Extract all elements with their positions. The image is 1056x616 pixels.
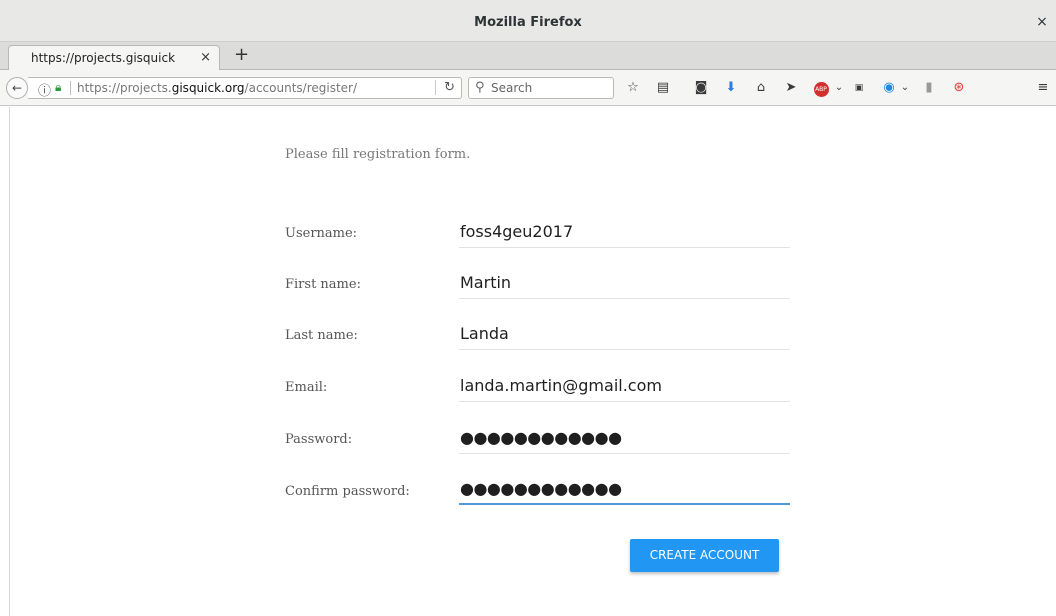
chevron-down-icon[interactable]: ⌄ [896, 79, 914, 97]
password-field[interactable]: ●●●●●●●●●●●● [459, 424, 790, 454]
last-name-field[interactable]: Landa [459, 320, 790, 350]
chevron-down-icon[interactable]: ⌄ [830, 79, 848, 97]
tab-close-icon[interactable]: × [200, 50, 211, 65]
tab-strip: https://projects.gisquick × + [0, 42, 1056, 71]
search-bar[interactable]: ⚲ [468, 77, 614, 99]
username-label: Username: [285, 226, 358, 241]
form-intro: Please fill registration form. [285, 147, 471, 162]
downloads-icon[interactable]: ⬇ [722, 79, 740, 97]
page-content [10, 107, 1056, 616]
url-separator [70, 81, 71, 95]
window-close-button[interactable]: × [1034, 14, 1050, 30]
email-label: Email: [285, 380, 328, 395]
url-bar[interactable]: ⓘ 🔒︎ https://projects.gisquick.org/accou… [28, 77, 462, 99]
page-info-icon[interactable]: ⓘ [38, 80, 51, 99]
reload-icon[interactable]: ↻ [435, 80, 455, 95]
reading-list-icon[interactable]: ▤ [654, 79, 672, 97]
first-name-field[interactable]: Martin [459, 269, 790, 299]
bookmark-star-icon[interactable]: ☆ [624, 79, 642, 97]
new-tab-button[interactable]: + [234, 45, 249, 65]
menu-icon[interactable]: ≡ [1034, 79, 1052, 97]
youtube-icon[interactable]: ▣ [850, 79, 868, 97]
search-input[interactable] [491, 80, 609, 96]
username-field[interactable]: foss4geu2017 [459, 218, 790, 248]
send-icon[interactable]: ➤ [782, 79, 800, 97]
lock-icon: 🔒︎ [55, 80, 62, 94]
info-icon[interactable]: ▮ [920, 79, 938, 97]
password-label: Password: [285, 432, 353, 447]
help-icon[interactable]: ⊛ [950, 79, 968, 97]
search-icon: ⚲ [475, 80, 485, 95]
back-button[interactable]: ← [6, 77, 28, 99]
adblock-plus-icon[interactable]: ABP [812, 79, 830, 97]
confirm-password-label: Confirm password: [285, 484, 410, 499]
tab-register[interactable]: https://projects.gisquick × [8, 45, 220, 71]
sidebar-edge [0, 107, 10, 616]
navigation-toolbar: ← ⓘ 🔒︎ https://projects.gisquick.org/acc… [0, 70, 1056, 106]
confirm-password-field[interactable]: ●●●●●●●●●●●● [459, 475, 790, 505]
email-field[interactable]: landa.martin@gmail.com [459, 372, 790, 402]
window-title: Mozilla Firefox [474, 15, 582, 30]
first-name-label: First name: [285, 277, 361, 292]
tab-label: https://projects.gisquick [31, 51, 176, 65]
create-account-button[interactable]: CREATE ACCOUNT [630, 539, 779, 572]
home-icon[interactable]: ⌂ [752, 79, 770, 97]
last-name-label: Last name: [285, 328, 358, 343]
window-titlebar: Mozilla Firefox × [0, 0, 1056, 42]
url-text[interactable]: https://projects.gisquick.org/accounts/r… [77, 81, 357, 95]
pocket-icon[interactable]: ◙ [692, 79, 710, 97]
